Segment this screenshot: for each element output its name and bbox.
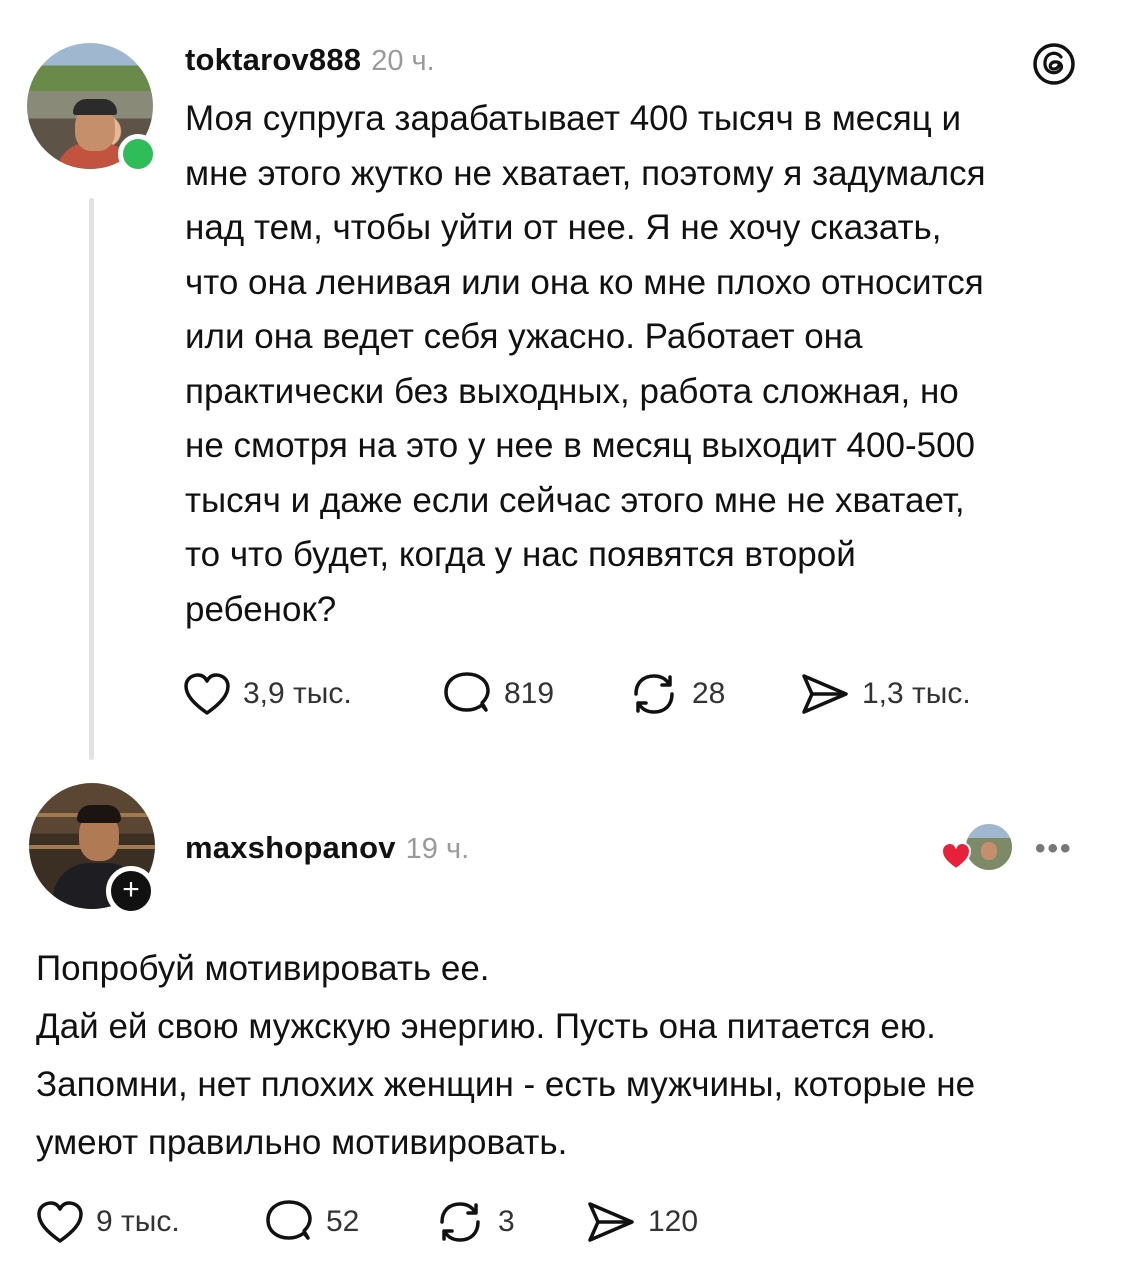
- post-line: то что будет, когда у нас появятся второ…: [185, 535, 856, 574]
- heart-icon: [184, 673, 230, 715]
- comment-bubble-icon: [444, 672, 490, 712]
- reply-comment-count: 52: [326, 1205, 360, 1238]
- post-username[interactable]: toktarov888: [185, 42, 361, 77]
- post-line: практически без выходных, работа сложная…: [185, 371, 959, 411]
- post-line: не смотря на это у нее в месяц выходит 4…: [185, 426, 975, 465]
- post-body: Моя супруга зарабатывает 400 тысяч в мес…: [185, 92, 1105, 637]
- reply-repost-button[interactable]: 3: [434, 1196, 515, 1248]
- post-line: над тем, чтобы уйти от нее. Я не хочу ск…: [185, 208, 942, 247]
- follow-button[interactable]: +: [106, 866, 156, 916]
- heart-icon: [37, 1201, 83, 1243]
- comment-bubble-icon: [266, 1200, 312, 1240]
- post-line: мне этого жутко не хватает, поэтому я за…: [185, 153, 986, 193]
- post-repost-button[interactable]: 28: [628, 668, 725, 720]
- reply-share-button[interactable]: 120: [586, 1198, 698, 1246]
- post-header: toktarov888 20 ч.: [185, 42, 435, 78]
- repost-icon: [440, 1202, 480, 1242]
- reply-line: Запомни, нет плохих женщин - есть мужчин…: [36, 1065, 976, 1104]
- post-timestamp: 20 ч.: [371, 45, 435, 77]
- post-comment-count: 819: [504, 677, 555, 710]
- reply-line: Попробуй мотивировать ее.: [36, 949, 490, 988]
- more-dots-icon[interactable]: •••: [1035, 832, 1073, 866]
- post-line: или она ведет себя ужасно. Работает она: [185, 317, 863, 356]
- send-icon: [802, 674, 848, 714]
- avatar-figure-face: [981, 842, 997, 860]
- reply-header: maxshopanov 19 ч.: [185, 830, 469, 866]
- reply-like-count: 9 тыс.: [96, 1205, 180, 1238]
- reply-comment-button[interactable]: 52: [264, 1198, 359, 1246]
- online-status-indicator: [118, 134, 158, 174]
- repost-icon: [634, 674, 674, 714]
- avatar-figure-cap: [73, 99, 117, 115]
- reply-body: Попробуй мотивировать ее. Дай ей свою му…: [36, 940, 1106, 1172]
- post-repost-count: 28: [692, 677, 726, 710]
- post-share-count: 1,3 тыс.: [862, 677, 971, 710]
- post-line: тысяч и даже если сейчас этого мне не хв…: [185, 480, 965, 520]
- reply-share-count: 120: [648, 1205, 699, 1238]
- reply-username[interactable]: maxshopanov: [185, 830, 396, 865]
- avatar-figure-hair: [77, 805, 121, 823]
- post-line: ребенок?: [185, 589, 337, 629]
- post-comment-button[interactable]: 819: [442, 670, 554, 718]
- reply-timestamp: 19 ч.: [405, 833, 470, 865]
- send-icon: [588, 1202, 634, 1242]
- liked-by-author-heart-icon: [940, 841, 972, 871]
- threads-logo-icon[interactable]: [1032, 42, 1076, 86]
- reply-line: Дай ей свою мужскую энергию. Пусть она п…: [36, 1007, 936, 1046]
- reply-line: умеют правильно мотивировать.: [36, 1123, 568, 1162]
- post-like-button[interactable]: 3,9 тыс.: [183, 672, 352, 716]
- post-share-button[interactable]: 1,3 тыс.: [800, 670, 971, 718]
- reply-repost-count: 3: [498, 1205, 515, 1238]
- post-like-count: 3,9 тыс.: [243, 677, 352, 710]
- reply-like-button[interactable]: 9 тыс.: [36, 1200, 180, 1244]
- post-line: что она ленивая или она ко мне плохо отн…: [185, 262, 984, 302]
- post-line: Моя супруга зарабатывает 400 тысяч в мес…: [185, 99, 962, 138]
- thread-connector-line: [89, 198, 94, 760]
